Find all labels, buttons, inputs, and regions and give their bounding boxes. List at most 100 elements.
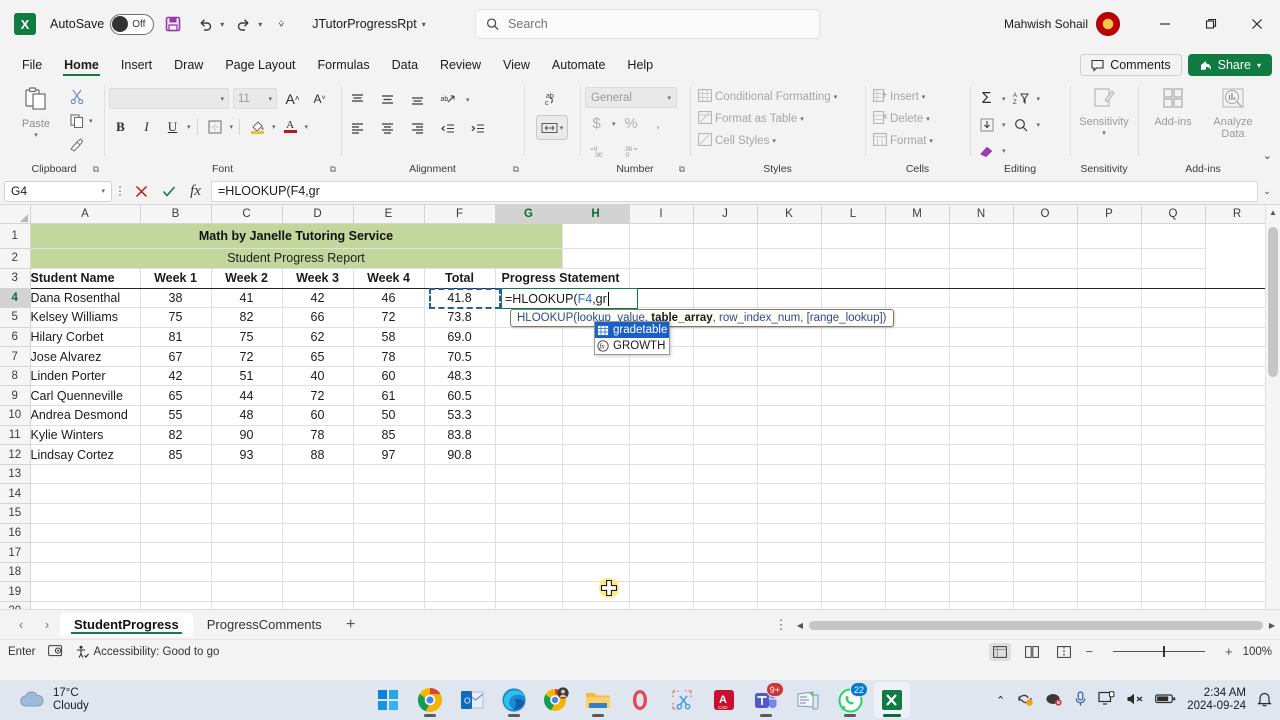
- cell-r5[interactable]: [1205, 307, 1270, 328]
- horizontal-scroll-thumb[interactable]: [809, 620, 1263, 630]
- addins-button[interactable]: Add-ins: [1146, 83, 1200, 128]
- cell-n13[interactable]: [949, 464, 1014, 485]
- cell-j1[interactable]: [629, 223, 694, 249]
- cell-styles-dropdown-icon[interactable]: ▾: [772, 137, 776, 145]
- cell-r17[interactable]: [1205, 542, 1270, 563]
- cell-q17[interactable]: [1141, 542, 1206, 563]
- cell-c5[interactable]: 82: [211, 307, 283, 328]
- cell-h9[interactable]: [562, 385, 630, 407]
- clipboard-dialog-launcher[interactable]: ⧉: [93, 164, 99, 175]
- column-header-o[interactable]: O: [1013, 205, 1078, 224]
- cell-a20[interactable]: [30, 601, 141, 609]
- cell-f8[interactable]: 48.3: [424, 366, 496, 387]
- cell-g11[interactable]: [495, 425, 563, 446]
- cell-k15[interactable]: [757, 503, 822, 524]
- cell-i19[interactable]: [629, 581, 694, 602]
- cell-e6[interactable]: 58: [353, 327, 425, 348]
- cell-p4[interactable]: [1077, 288, 1142, 309]
- cell-n7[interactable]: [949, 346, 1014, 367]
- bell-icon[interactable]: [1257, 691, 1272, 710]
- cell-a10[interactable]: Andrea Desmond: [30, 405, 141, 426]
- row-header-2[interactable]: 2: [0, 248, 31, 269]
- format-cells-dropdown-icon[interactable]: ▾: [929, 137, 933, 145]
- cell-q4[interactable]: [1141, 288, 1206, 309]
- increase-font-size-button[interactable]: A ˄: [281, 87, 304, 110]
- cell-q13[interactable]: [1141, 464, 1206, 485]
- cell-h16[interactable]: [562, 523, 630, 544]
- cell-q2[interactable]: [1077, 248, 1142, 269]
- decrease-decimal-button[interactable]: .00 0: [619, 139, 642, 162]
- currency-dropdown-icon[interactable]: ▾: [612, 120, 616, 128]
- cell-b19[interactable]: [140, 581, 212, 602]
- tab-help[interactable]: Help: [617, 55, 663, 78]
- sort-filter-dropdown-icon[interactable]: ▾: [1037, 95, 1041, 103]
- cell-o7[interactable]: [1013, 346, 1078, 367]
- formula-input[interactable]: =HLOOKUP(F4,gr: [211, 180, 1258, 202]
- number-format-dropdown-icon[interactable]: ▾: [667, 94, 671, 102]
- cell-a11[interactable]: Kylie Winters: [30, 425, 141, 446]
- column-header-c[interactable]: C: [211, 205, 283, 224]
- cell-f12[interactable]: 90.8: [424, 444, 496, 465]
- tab-page-layout[interactable]: Page Layout: [215, 55, 305, 78]
- cell-c7[interactable]: 72: [211, 346, 283, 367]
- cell-p6[interactable]: [1077, 327, 1142, 348]
- cell-q3[interactable]: [1141, 268, 1206, 289]
- cell-m9[interactable]: [885, 385, 950, 407]
- autosave-toggle[interactable]: Off: [110, 13, 155, 35]
- cell-q8[interactable]: [1141, 366, 1206, 387]
- cell-c11[interactable]: 90: [211, 425, 283, 446]
- cell-d5[interactable]: 66: [282, 307, 354, 328]
- cell-l1[interactable]: [757, 223, 822, 249]
- cell-f16[interactable]: [424, 523, 496, 544]
- cell-c10[interactable]: 48: [211, 405, 283, 426]
- cell-p5[interactable]: [1077, 307, 1142, 328]
- cell-l10[interactable]: [821, 405, 886, 426]
- cell-i12[interactable]: [629, 444, 694, 465]
- cell-l13[interactable]: [821, 464, 886, 485]
- cell-o9[interactable]: [1013, 385, 1078, 407]
- cell-l18[interactable]: [821, 562, 886, 583]
- cell-o15[interactable]: [1013, 503, 1078, 524]
- decrease-font-size-button[interactable]: A ˅: [308, 87, 331, 110]
- cell-p8[interactable]: [1077, 366, 1142, 387]
- cell-m4[interactable]: [885, 288, 950, 309]
- cell-l11[interactable]: [821, 425, 886, 446]
- alignment-dialog-launcher[interactable]: ⧉: [513, 164, 519, 175]
- restore-button[interactable]: [1188, 0, 1234, 48]
- cell-o13[interactable]: [1013, 464, 1078, 485]
- cell-r15[interactable]: [1205, 503, 1270, 524]
- row-header-12[interactable]: 12: [0, 444, 31, 465]
- cell-j3[interactable]: [693, 268, 758, 289]
- delete-cells-button[interactable]: Delete ▾: [870, 108, 933, 129]
- formula-autocomplete-list[interactable]: gradetable fx GROWTH: [594, 321, 670, 355]
- cell-b6[interactable]: 81: [140, 327, 212, 348]
- cell-i1[interactable]: [562, 223, 630, 249]
- cell-f20[interactable]: [424, 601, 496, 609]
- cell-p1[interactable]: [1013, 223, 1078, 249]
- cell-m8[interactable]: [885, 366, 950, 387]
- cell-m11[interactable]: [885, 425, 950, 446]
- cell-r9[interactable]: [1205, 385, 1270, 407]
- cell-g15[interactable]: [495, 503, 563, 524]
- clear-dropdown-icon[interactable]: ▾: [1002, 147, 1006, 155]
- cell-k1[interactable]: [693, 223, 758, 249]
- row-header-7[interactable]: 7: [0, 346, 31, 367]
- header-progress-statement[interactable]: Progress Statement: [495, 268, 630, 289]
- cell-j18[interactable]: [693, 562, 758, 583]
- borders-button[interactable]: [204, 115, 227, 138]
- row-header-11[interactable]: 11: [0, 425, 31, 446]
- cell-n1[interactable]: [885, 223, 950, 249]
- cell-c14[interactable]: [211, 483, 283, 505]
- cell-j6[interactable]: [693, 327, 758, 348]
- cell-d17[interactable]: [282, 542, 354, 563]
- cell-a2-subtitle[interactable]: Student Progress Report: [30, 248, 563, 269]
- cell-p15[interactable]: [1077, 503, 1142, 524]
- header-week-1[interactable]: Week 1: [140, 268, 212, 289]
- cell-l8[interactable]: [821, 366, 886, 387]
- cell-d6[interactable]: 62: [282, 327, 354, 348]
- cell-p9[interactable]: [1077, 385, 1142, 407]
- cell-b17[interactable]: [140, 542, 212, 563]
- header-week-2[interactable]: Week 2: [211, 268, 283, 289]
- cell-q19[interactable]: [1141, 581, 1206, 602]
- cell-a17[interactable]: [30, 542, 141, 563]
